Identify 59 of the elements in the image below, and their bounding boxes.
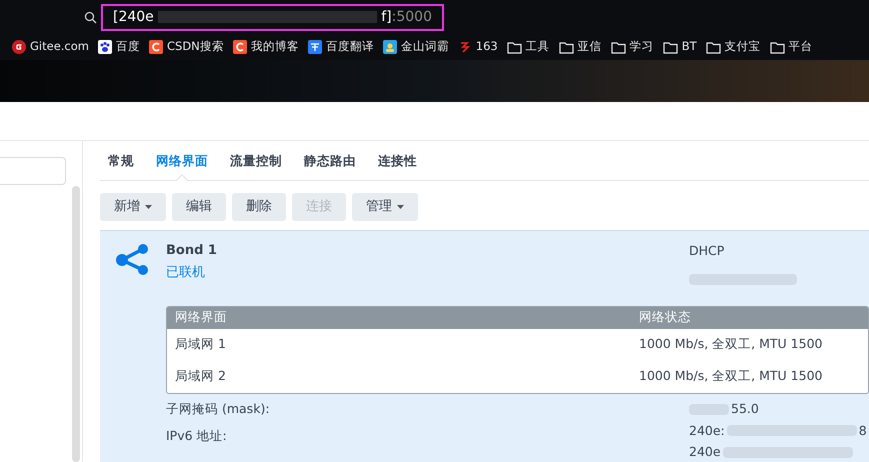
connection-status: 已联机: [166, 264, 206, 280]
tab[interactable]: 常规: [108, 152, 134, 180]
toolbar-button[interactable]: 删除: [232, 192, 286, 221]
bookmark-item[interactable]: 我的博客: [232, 38, 299, 56]
tab[interactable]: 连接性: [378, 152, 417, 180]
toolbar-button[interactable]: 管理: [352, 192, 418, 221]
bookmark-item[interactable]: 工具: [506, 38, 550, 56]
translate-icon: [308, 40, 322, 54]
folder-icon: [610, 40, 626, 54]
paw-icon: [98, 40, 112, 54]
share-icon: [116, 244, 149, 275]
folder-icon: [558, 40, 574, 54]
ipv6-value: 8: [858, 422, 867, 440]
c-logo-icon: [148, 40, 163, 54]
address-text: [240e: [113, 8, 154, 26]
bookmark-item[interactable]: 百度翻译: [308, 38, 374, 56]
toolbar-button[interactable]: 编辑: [172, 192, 226, 221]
folder-icon: [770, 40, 785, 54]
person-badge-icon: [382, 40, 397, 54]
g-logo-icon: [12, 40, 26, 54]
bookmark-item[interactable]: 百度: [98, 38, 140, 56]
folder-icon: [506, 40, 522, 54]
column-header: 网络界面: [174, 308, 228, 326]
folder-icon: [662, 40, 678, 54]
bookmark-item[interactable]: 金山词霸: [382, 38, 449, 56]
table-cell-text: 局域网 2: [174, 367, 227, 386]
toolbar-button[interactable]: 新增: [100, 192, 166, 221]
ipv6-value: 240e:: [689, 422, 725, 440]
search-icon: [84, 10, 97, 24]
address-field[interactable]: [240e f]:5000: [101, 4, 444, 30]
table-row[interactable]: 局域网 2 1000 Mb/s, 全双工, MTU 1500: [167, 360, 868, 393]
ip-mode: DHCP: [689, 242, 726, 258]
bookmark-item[interactable]: 支付宝: [706, 38, 761, 56]
bookmark-item[interactable]: 平台: [770, 38, 813, 56]
bookmark-item[interactable]: 亚信: [558, 38, 602, 56]
mask-value: 55.0: [731, 400, 759, 418]
port-text: :5000: [392, 8, 432, 26]
table-cell-text: 局域网 1: [174, 335, 227, 354]
bookmark-item[interactable]: Gitee.com: [12, 38, 89, 56]
field-label: 子网掩码 (mask):: [166, 400, 271, 418]
interface-name: Bond 1: [166, 242, 218, 258]
table-cell-text: 1000 Mb/s, 全双工, MTU 1500: [639, 367, 822, 386]
bookmark-item[interactable]: CSDN搜索: [148, 38, 224, 56]
c-logo-icon: [232, 40, 247, 54]
bookmark-item[interactable]: 163: [458, 38, 498, 56]
field-label: IPv6 地址:: [166, 426, 228, 444]
table-row[interactable]: 局域网 1 1000 Mb/s, 全双工, MTU 1500: [167, 328, 868, 361]
table-cell-text: 1000 Mb/s, 全双工, MTU 1500: [639, 335, 822, 354]
tab[interactable]: 网络界面: [156, 152, 208, 180]
search-field[interactable]: [0, 157, 66, 185]
bookmark-item[interactable]: 学习: [610, 38, 654, 56]
address-text: f]: [381, 8, 392, 26]
column-header: 网络状态: [639, 308, 691, 326]
tab[interactable]: 静态路由: [304, 152, 356, 180]
folder-icon: [706, 40, 721, 54]
tab[interactable]: 流量控制: [230, 152, 282, 180]
bookmark-item[interactable]: BT: [662, 38, 697, 56]
scrollbar[interactable]: [72, 186, 80, 462]
ipv6-value: 240e: [689, 443, 721, 462]
